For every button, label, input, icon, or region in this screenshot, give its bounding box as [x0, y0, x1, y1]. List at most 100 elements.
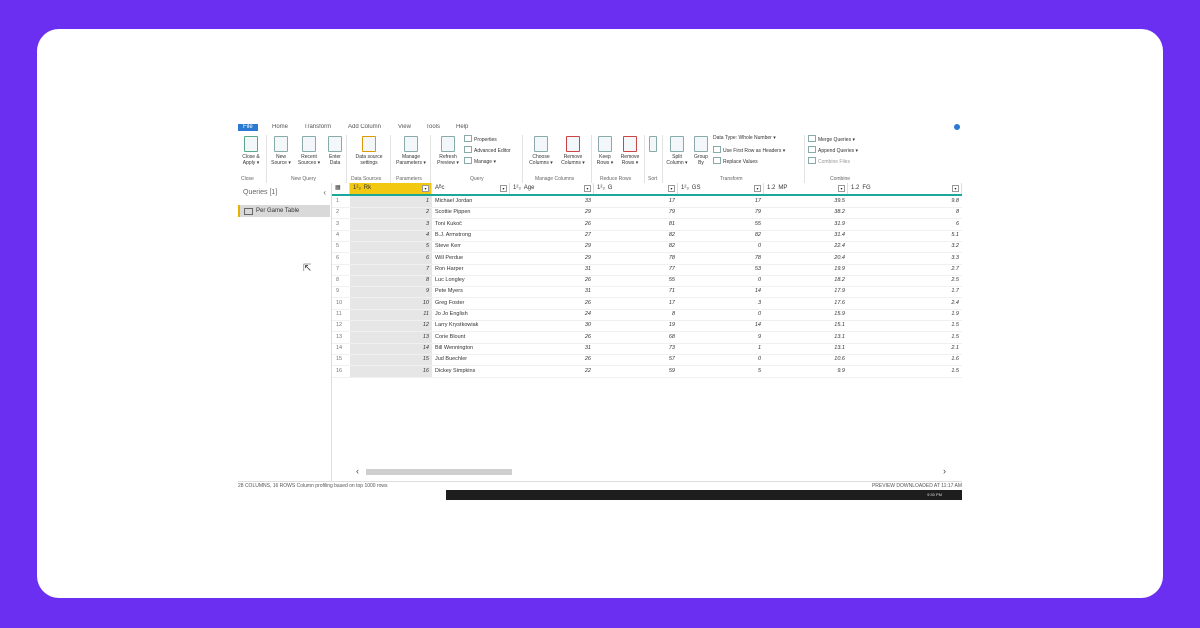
tab-help[interactable]: Help — [456, 124, 468, 130]
table-cell[interactable]: 82 — [678, 230, 761, 241]
table-cell[interactable]: 2.1 — [848, 343, 959, 354]
table-cell[interactable]: 3 — [678, 298, 761, 309]
table-cell[interactable]: Pete Myers — [435, 286, 510, 297]
table-cell[interactable]: 0 — [678, 354, 761, 365]
table-cell[interactable]: 13.1 — [764, 343, 845, 354]
table-cell[interactable]: B.J. Armstrong — [435, 230, 510, 241]
scrollbar-thumb[interactable] — [366, 469, 512, 475]
table-cell[interactable]: 2.5 — [848, 275, 959, 286]
table-cell[interactable]: 26 — [510, 298, 591, 309]
table-cell[interactable]: 3.3 — [848, 253, 959, 264]
table-cell[interactable]: 14 — [350, 343, 429, 354]
table-cell[interactable]: 8 — [594, 309, 675, 320]
table-cell[interactable]: 15 — [350, 354, 429, 365]
table-cell[interactable]: 30 — [510, 320, 591, 331]
column-header[interactable]: 1²₃ Rk ▾ — [350, 183, 432, 194]
table-cell[interactable]: Michael Jordan — [435, 196, 510, 207]
table-cell[interactable]: 13.1 — [764, 332, 845, 343]
tab-tools[interactable]: Tools — [426, 124, 440, 130]
column-type-icon[interactable]: 1.2 — [767, 185, 775, 191]
table-cell[interactable]: 1 — [678, 343, 761, 354]
table-cell[interactable]: 78 — [594, 253, 675, 264]
column-type-icon[interactable]: 1²₃ — [597, 185, 605, 191]
table-cell[interactable]: 16 — [350, 366, 429, 377]
column-header[interactable]: 1.2 FG ▾ — [848, 183, 962, 194]
table-cell[interactable]: 2 — [350, 207, 429, 218]
merge-queries-button[interactable]: Merge Queries ▾ — [808, 135, 855, 143]
table-cell[interactable]: Ron Harper — [435, 264, 510, 275]
table-cell[interactable]: 8 — [350, 275, 429, 286]
table-cell[interactable]: 39.5 — [764, 196, 845, 207]
append-queries-button[interactable]: Append Queries ▾ — [808, 146, 858, 154]
table-cell[interactable]: Toni Kukoč — [435, 219, 510, 230]
table-cell[interactable]: 9 — [678, 332, 761, 343]
table-cell[interactable]: 18.2 — [764, 275, 845, 286]
column-type-icon[interactable]: 1²₃ — [513, 185, 521, 191]
table-cell[interactable]: Bill Wennington — [435, 343, 510, 354]
table-cell[interactable]: 13 — [350, 332, 429, 343]
data-source-settings-button[interactable]: Data source settings — [350, 136, 388, 166]
table-cell[interactable]: 1.9 — [848, 309, 959, 320]
manage-button[interactable]: Manage ▾ — [464, 157, 496, 165]
table-cell[interactable]: 73 — [594, 343, 675, 354]
column-type-icon[interactable]: 1.2 — [851, 185, 859, 191]
table-cell[interactable]: 9.9 — [764, 366, 845, 377]
horizontal-scrollbar[interactable]: ‹ › — [356, 466, 946, 476]
table-cell[interactable]: 5.1 — [848, 230, 959, 241]
recent-sources-button[interactable]: Recent Sources ▾ — [295, 136, 323, 166]
table-cell[interactable]: 6 — [848, 219, 959, 230]
table-cell[interactable]: 26 — [510, 219, 591, 230]
table-cell[interactable]: 9.8 — [848, 196, 959, 207]
close-apply-button[interactable]: Close & Apply ▾ — [240, 136, 262, 166]
table-cell[interactable]: 31 — [510, 286, 591, 297]
tab-home[interactable]: Home — [272, 124, 288, 130]
table-cell[interactable]: 3 — [350, 219, 429, 230]
table-cell[interactable]: 8 — [848, 207, 959, 218]
table-cell[interactable]: 31 — [510, 264, 591, 275]
table-cell[interactable]: Dickey Simpkins — [435, 366, 510, 377]
table-cell[interactable]: 79 — [678, 207, 761, 218]
table-cell[interactable]: 27 — [510, 230, 591, 241]
sort-button[interactable] — [648, 136, 658, 154]
scroll-right-icon[interactable]: › — [943, 466, 946, 476]
table-menu-icon[interactable]: ▦ — [332, 183, 350, 194]
table-cell[interactable]: 26 — [510, 332, 591, 343]
table-cell[interactable]: 71 — [594, 286, 675, 297]
table-cell[interactable]: 0 — [678, 241, 761, 252]
table-cell[interactable]: 81 — [594, 219, 675, 230]
table-cell[interactable]: 7 — [350, 264, 429, 275]
table-cell[interactable]: 20.4 — [764, 253, 845, 264]
advanced-editor-button[interactable]: Advanced Editor — [464, 146, 511, 154]
tab-transform[interactable]: Transform — [304, 124, 331, 130]
table-cell[interactable]: 17.6 — [764, 298, 845, 309]
table-cell[interactable]: 2.7 — [848, 264, 959, 275]
table-cell[interactable]: 1 — [350, 196, 429, 207]
table-cell[interactable]: 4 — [350, 230, 429, 241]
table-cell[interactable]: 82 — [594, 241, 675, 252]
data-type-select[interactable]: Data Type: Whole Number ▾ — [713, 135, 776, 141]
filter-dropdown-icon[interactable]: ▾ — [838, 185, 845, 192]
tab-file[interactable]: File — [238, 124, 258, 131]
table-cell[interactable]: Corie Blount — [435, 332, 510, 343]
table-cell[interactable]: 5 — [678, 366, 761, 377]
table-cell[interactable]: 24 — [510, 309, 591, 320]
table-cell[interactable]: 53 — [678, 264, 761, 275]
new-source-button[interactable]: New Source ▾ — [270, 136, 292, 166]
filter-dropdown-icon[interactable]: ▾ — [952, 185, 959, 192]
table-cell[interactable]: 29 — [510, 241, 591, 252]
table-cell[interactable]: 11 — [350, 309, 429, 320]
table-cell[interactable]: 0 — [678, 275, 761, 286]
table-cell[interactable]: 17.9 — [764, 286, 845, 297]
properties-button[interactable]: Properties — [464, 135, 497, 143]
collapse-icon[interactable]: ‹ — [323, 188, 326, 197]
table-cell[interactable]: 26 — [510, 275, 591, 286]
table-cell[interactable]: Luc Longley — [435, 275, 510, 286]
table-cell[interactable]: 55 — [594, 275, 675, 286]
column-header[interactable]: 1²₃ GS ▾ — [678, 183, 764, 194]
table-cell[interactable]: 3.2 — [848, 241, 959, 252]
filter-dropdown-icon[interactable]: ▾ — [668, 185, 675, 192]
table-cell[interactable]: 1.6 — [848, 354, 959, 365]
table-cell[interactable]: 22.4 — [764, 241, 845, 252]
table-cell[interactable]: 33 — [510, 196, 591, 207]
table-cell[interactable]: 17 — [678, 196, 761, 207]
